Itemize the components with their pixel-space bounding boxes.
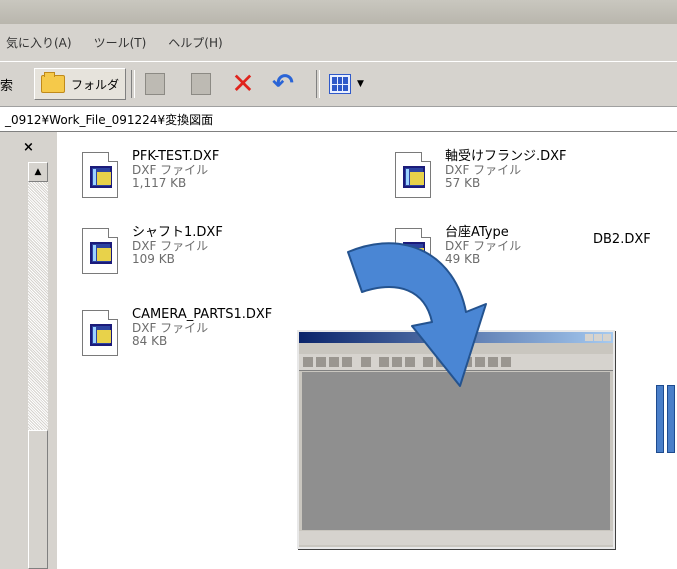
file-name: シャフト1.DXF	[132, 225, 223, 240]
dxf-file-icon	[78, 150, 120, 198]
file-name: CAMERA_PARTS1.DXF	[132, 307, 273, 322]
folder-icon	[41, 72, 65, 93]
dxf-file-icon	[78, 308, 120, 356]
views-icon[interactable]	[327, 71, 353, 97]
window-controls	[585, 334, 611, 341]
file-size: 84 KB	[132, 334, 168, 348]
file-size: 57 KB	[445, 176, 481, 190]
search-button-label[interactable]: 索	[0, 75, 13, 94]
toolbar-separator	[131, 70, 135, 98]
address-bar[interactable]: _0912¥Work_File_091224¥変換図面	[0, 107, 677, 132]
file-size: 109 KB	[132, 252, 175, 266]
file-name: 台座AType	[445, 225, 509, 240]
file-size: 49 KB	[445, 252, 481, 266]
file-name: 軸受けフランジ.DXF	[445, 149, 567, 164]
vertical-scrollbar[interactable]: ▲	[28, 162, 48, 569]
blue-bars-graphic	[652, 385, 677, 453]
menu-item-tools[interactable]: ツール(T)	[94, 34, 147, 51]
file-size: 1,117 KB	[132, 176, 187, 190]
scroll-up-button[interactable]: ▲	[28, 162, 48, 182]
folders-button-label: フォルダ	[71, 77, 120, 92]
viewer-statusbar	[299, 531, 613, 545]
views-dropdown-caret[interactable]: ▼	[357, 79, 364, 89]
copy-to-icon[interactable]	[188, 71, 214, 97]
file-name: PFK-TEST.DXF	[132, 149, 220, 164]
file-item[interactable]: シャフト1.DXF DXF ファイル 109 KB	[78, 226, 223, 274]
window-titlebar	[0, 0, 677, 24]
folders-pane: × ▲	[0, 132, 57, 569]
scroll-thumb[interactable]	[28, 430, 48, 569]
toolbar: 索 フォルダ ✕ ↶ ▼	[0, 62, 677, 107]
file-item[interactable]: PFK-TEST.DXF DXF ファイル 1,117 KB	[78, 150, 219, 198]
delete-icon[interactable]: ✕	[230, 70, 256, 98]
file-item[interactable]: 軸受けフランジ.DXF DXF ファイル 57 KB	[391, 150, 567, 198]
address-path: _0912¥Work_File_091224¥変換図面	[5, 112, 214, 127]
viewer-toolbar	[299, 354, 613, 371]
up-folder-icon[interactable]	[142, 71, 168, 97]
toolbar-separator	[316, 70, 320, 98]
dxf-file-icon	[391, 150, 433, 198]
dxf-viewer-window-thumbnail	[297, 330, 615, 549]
file-name-extra: DB2.DXF	[593, 232, 651, 247]
close-icon[interactable]: ×	[23, 140, 34, 155]
viewer-canvas	[302, 372, 610, 530]
menu-item-help[interactable]: ヘルプ(H)	[168, 34, 222, 51]
menu-item-favorites[interactable]: 気に入り(A)	[6, 34, 72, 51]
folders-button[interactable]: フォルダ	[34, 68, 126, 100]
viewer-titlebar	[299, 332, 613, 343]
file-item[interactable]: 台座AType DXF ファイル 49 KB	[391, 226, 521, 274]
file-item[interactable]: CAMERA_PARTS1.DXF DXF ファイル 84 KB	[78, 308, 272, 356]
dxf-file-icon	[78, 226, 120, 274]
menu-bar: 気に入り(A) ツール(T) ヘルプ(H)	[0, 24, 677, 62]
undo-icon[interactable]: ↶	[270, 71, 296, 97]
dxf-file-icon	[391, 226, 433, 274]
